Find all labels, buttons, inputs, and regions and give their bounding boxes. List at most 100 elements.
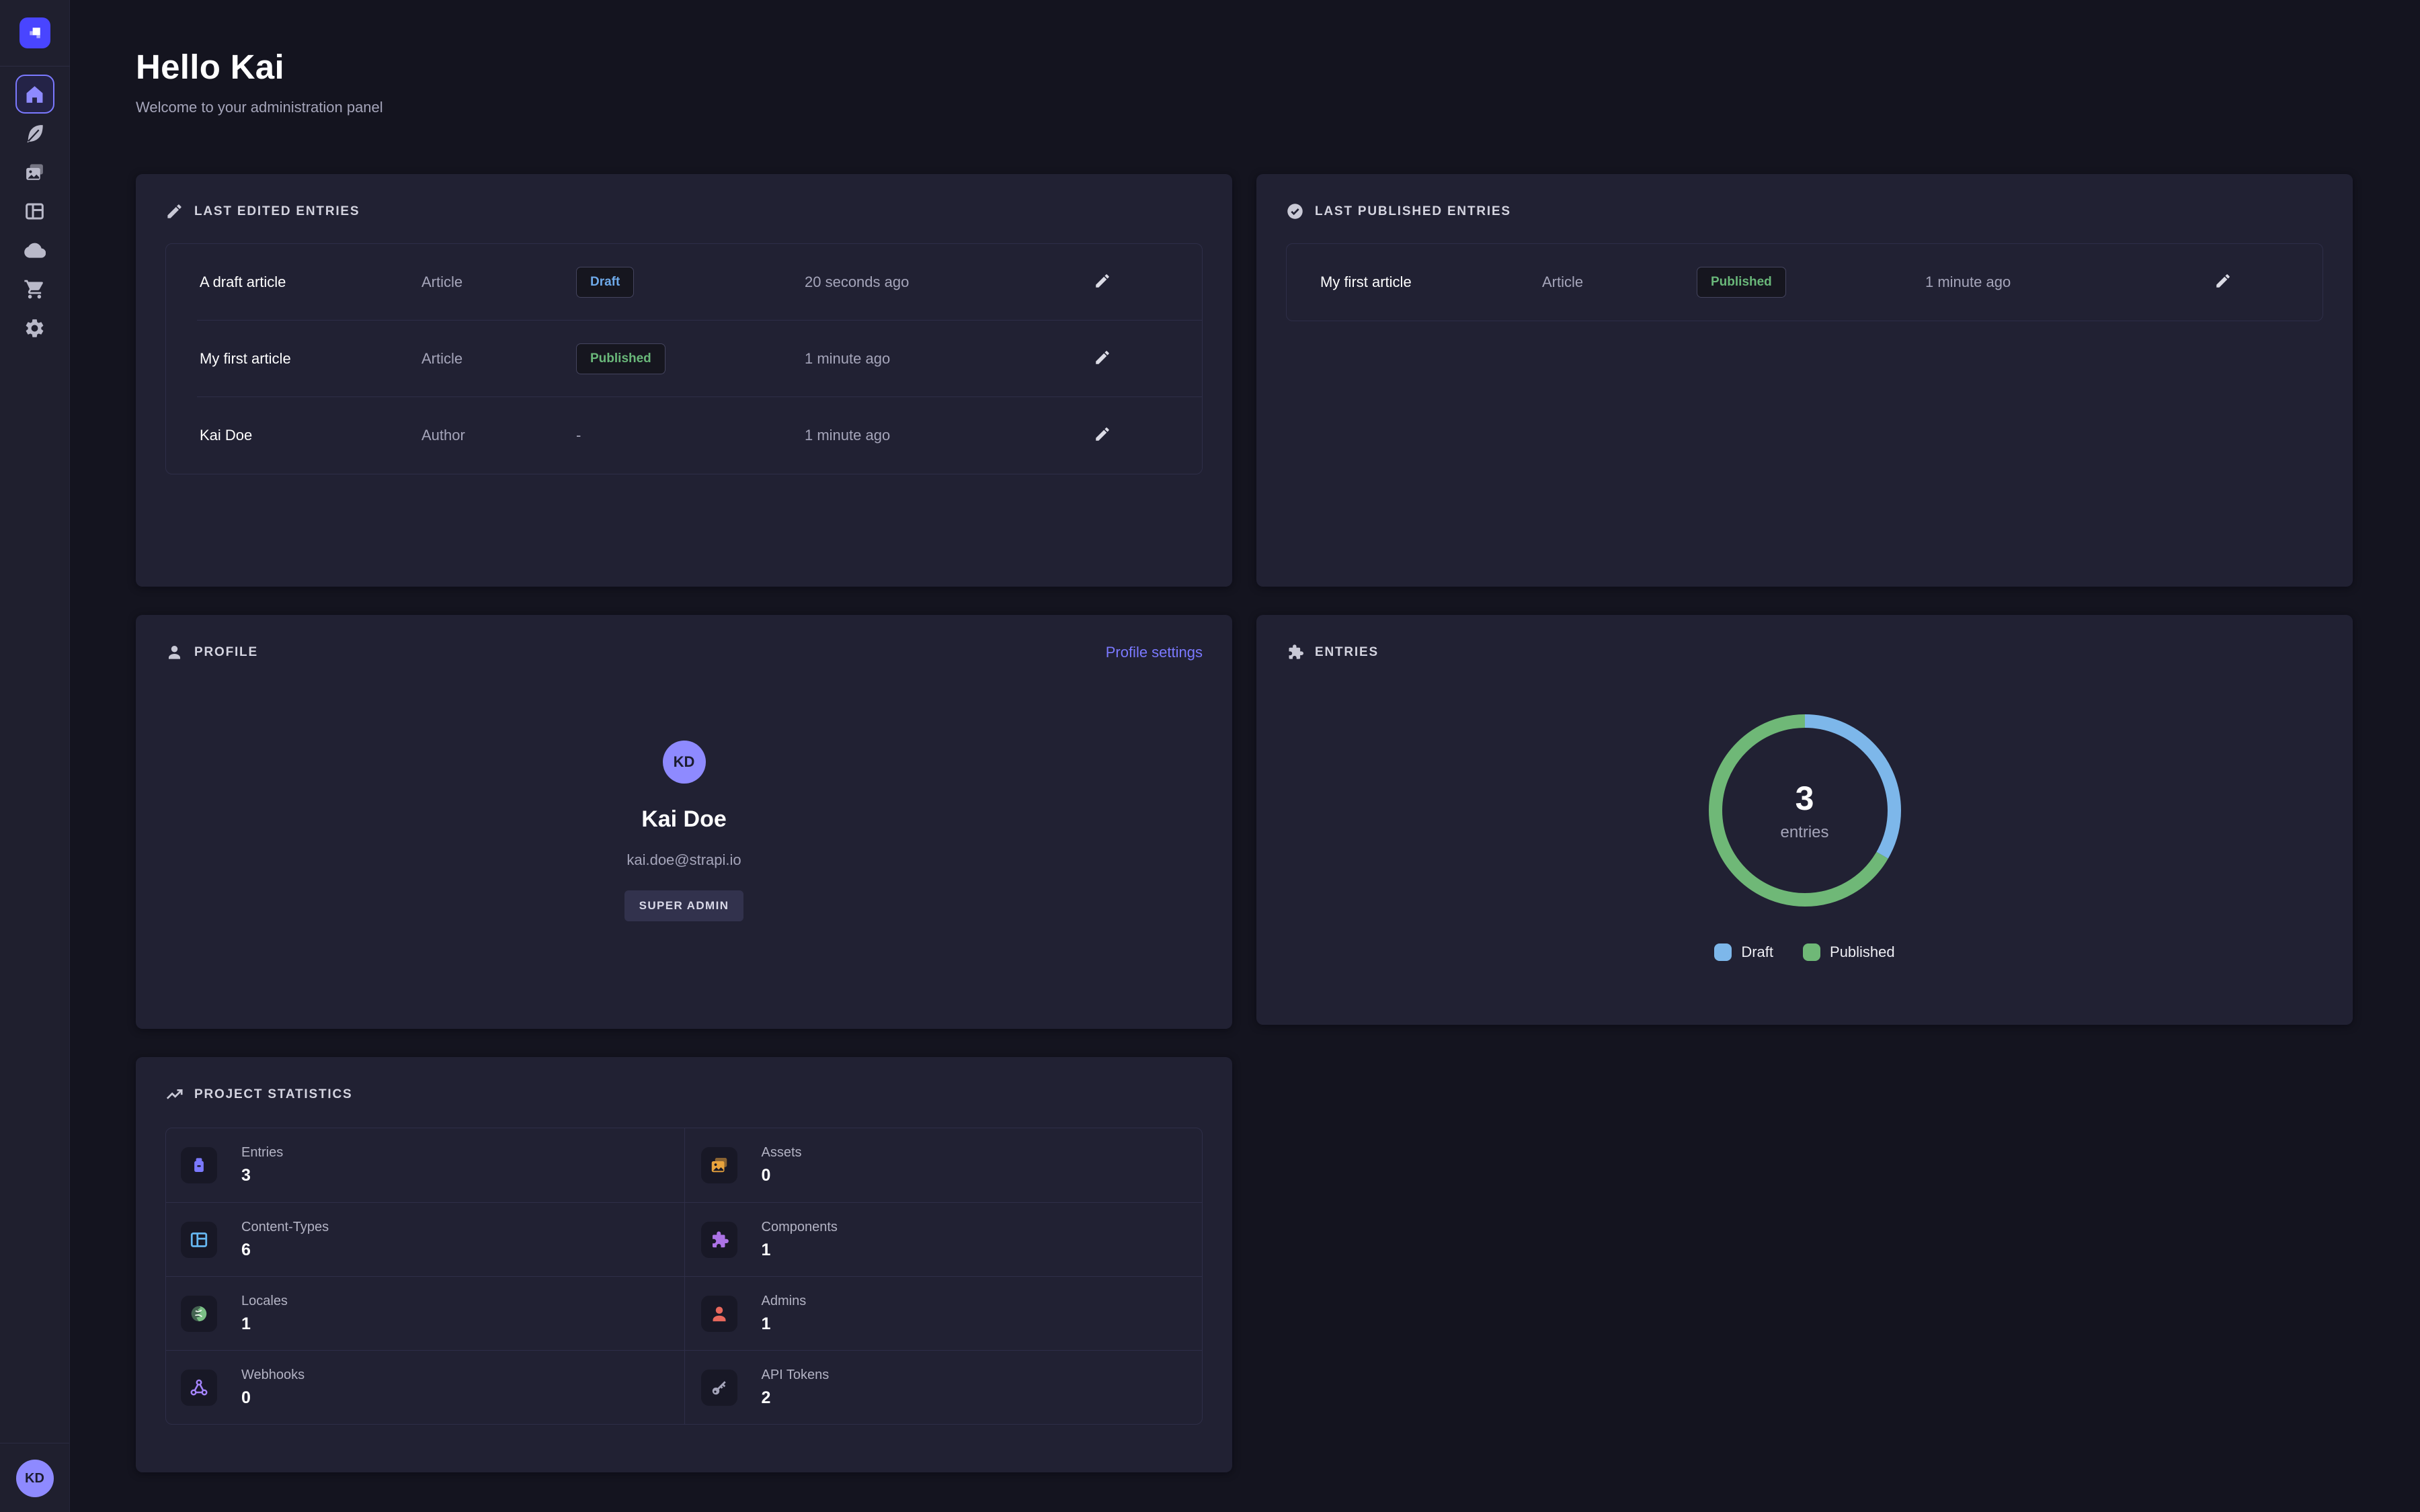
entries-count-label: entries bbox=[1780, 823, 1828, 842]
chart-legend: Draft Published bbox=[1286, 943, 2323, 961]
table-row[interactable]: My first article Article Published 1 min… bbox=[1287, 244, 2323, 321]
profile-email: kai.doe@strapi.io bbox=[627, 851, 741, 869]
entry-time: 1 minute ago bbox=[805, 427, 1094, 444]
entry-name: A draft article bbox=[200, 274, 421, 291]
sidebar-item-content-manager[interactable] bbox=[15, 114, 54, 153]
edit-button[interactable] bbox=[1094, 349, 1111, 370]
user-icon bbox=[165, 643, 184, 661]
marketplace-cart-icon bbox=[24, 278, 46, 300]
entries-donut-chart: 3 entries bbox=[1704, 710, 1906, 911]
last-published-table: My first article Article Published 1 min… bbox=[1286, 243, 2323, 321]
card-title: PROFILE bbox=[194, 645, 258, 660]
sidebar-nav bbox=[15, 75, 54, 347]
sidebar-item-content-type-builder[interactable] bbox=[15, 192, 54, 230]
edit-button[interactable] bbox=[2214, 272, 2232, 293]
profile-card: PROFILE Profile settings KD Kai Doe kai.… bbox=[136, 615, 1232, 1029]
profile-name: Kai Doe bbox=[641, 806, 727, 833]
cloud-icon bbox=[24, 239, 46, 261]
entry-type: Article bbox=[421, 274, 576, 291]
stat-label: Components bbox=[762, 1220, 838, 1235]
page-title: Hello Kai bbox=[136, 47, 2351, 87]
sidebar: KD bbox=[0, 0, 70, 1512]
stats-grid: Entries 3 Assets 0 bbox=[165, 1128, 1203, 1425]
draft-swatch bbox=[1714, 943, 1732, 961]
puzzle-icon bbox=[1286, 643, 1304, 661]
stat-value: 1 bbox=[762, 1314, 807, 1334]
stat-label: Assets bbox=[762, 1145, 802, 1161]
entry-type: Author bbox=[421, 427, 576, 444]
entry-name: My first article bbox=[200, 350, 421, 368]
stat-value: 0 bbox=[762, 1166, 802, 1185]
table-row[interactable]: A draft article Article Draft 20 seconds… bbox=[166, 244, 1202, 321]
admin-user-icon bbox=[701, 1296, 737, 1332]
user-avatar[interactable]: KD bbox=[16, 1460, 54, 1497]
archive-icon bbox=[181, 1147, 217, 1183]
card-title: LAST EDITED ENTRIES bbox=[194, 204, 360, 219]
sidebar-item-cloud[interactable] bbox=[15, 230, 54, 269]
puzzle-icon bbox=[701, 1222, 737, 1258]
card-title: ENTRIES bbox=[1315, 645, 1379, 660]
stat-value: 0 bbox=[241, 1388, 305, 1408]
entry-type: Article bbox=[421, 350, 576, 368]
trending-up-icon bbox=[165, 1085, 184, 1103]
sidebar-item-marketplace[interactable] bbox=[15, 269, 54, 308]
pencil-icon bbox=[1094, 272, 1111, 290]
pencil-icon bbox=[165, 202, 184, 220]
stat-entries: Entries 3 bbox=[166, 1128, 684, 1202]
sidebar-divider bbox=[0, 66, 70, 67]
status-badge: Published bbox=[576, 343, 666, 374]
stat-label: API Tokens bbox=[762, 1368, 830, 1383]
stat-label: Content-Types bbox=[241, 1220, 329, 1235]
edit-button[interactable] bbox=[1094, 425, 1111, 446]
feather-icon bbox=[24, 122, 46, 144]
status-badge: Draft bbox=[576, 267, 634, 298]
card-title: PROJECT STATISTICS bbox=[194, 1087, 352, 1102]
content-type-builder-icon bbox=[24, 200, 46, 222]
table-row[interactable]: Kai Doe Author - 1 minute ago bbox=[166, 397, 1202, 474]
strapi-admin-dashboard: KD Hello Kai Welcome to your administrat… bbox=[0, 0, 2420, 1512]
card-title: LAST PUBLISHED ENTRIES bbox=[1315, 204, 1511, 219]
table-row[interactable]: My first article Article Published 1 min… bbox=[166, 321, 1202, 397]
entry-name: My first article bbox=[1320, 274, 1542, 291]
layout-icon bbox=[181, 1222, 217, 1258]
key-icon bbox=[701, 1370, 737, 1406]
legend-item-draft: Draft bbox=[1714, 943, 1773, 961]
stat-value: 6 bbox=[241, 1241, 329, 1260]
project-statistics-card: PROJECT STATISTICS Entries 3 bbox=[136, 1057, 1232, 1472]
sidebar-item-home[interactable] bbox=[15, 75, 54, 114]
strapi-logo[interactable] bbox=[19, 17, 50, 48]
edit-button[interactable] bbox=[1094, 272, 1111, 293]
stat-api-tokens: API Tokens 2 bbox=[684, 1350, 1203, 1424]
stat-assets: Assets 0 bbox=[684, 1128, 1203, 1202]
home-icon bbox=[24, 83, 46, 106]
sidebar-item-media-library[interactable] bbox=[15, 153, 54, 192]
profile-settings-link[interactable]: Profile settings bbox=[1106, 644, 1203, 661]
last-edited-table: A draft article Article Draft 20 seconds… bbox=[165, 243, 1203, 474]
entry-time: 1 minute ago bbox=[1925, 274, 2214, 291]
status-badge: Published bbox=[1697, 267, 1786, 298]
published-swatch bbox=[1803, 943, 1820, 961]
entries-count: 3 bbox=[1796, 779, 1814, 818]
globe-icon bbox=[181, 1296, 217, 1332]
page-subtitle: Welcome to your administration panel bbox=[136, 99, 2351, 116]
sidebar-footer: KD bbox=[0, 1443, 69, 1512]
stat-value: 1 bbox=[762, 1241, 838, 1260]
last-published-entries-card: LAST PUBLISHED ENTRIES My first article … bbox=[1256, 174, 2353, 587]
webhook-icon bbox=[181, 1370, 217, 1406]
legend-label: Draft bbox=[1741, 943, 1773, 961]
stat-label: Entries bbox=[241, 1145, 283, 1161]
role-badge: SUPER ADMIN bbox=[624, 890, 744, 921]
stat-webhooks: Webhooks 0 bbox=[166, 1350, 684, 1424]
settings-gear-icon bbox=[24, 317, 46, 339]
stat-locales: Locales 1 bbox=[166, 1276, 684, 1350]
strapi-logo-glyph bbox=[25, 23, 45, 43]
pencil-icon bbox=[2214, 272, 2232, 290]
media-library-icon bbox=[24, 161, 46, 183]
legend-label: Published bbox=[1830, 943, 1895, 961]
entry-time: 20 seconds ago bbox=[805, 274, 1094, 291]
profile-avatar: KD bbox=[663, 741, 706, 784]
stat-admins: Admins 1 bbox=[684, 1276, 1203, 1350]
stat-components: Components 1 bbox=[684, 1202, 1203, 1276]
images-icon bbox=[701, 1147, 737, 1183]
sidebar-item-settings[interactable] bbox=[15, 308, 54, 347]
